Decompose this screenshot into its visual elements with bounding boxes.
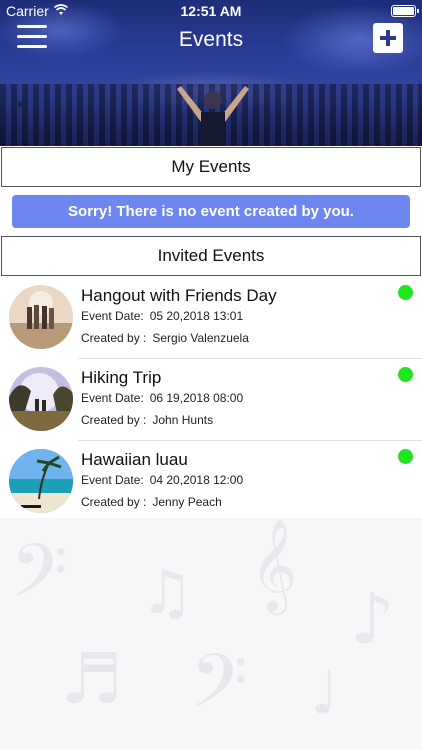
- event-row[interactable]: Hangout with Friends Day Event Date: 05 2…: [0, 277, 422, 359]
- status-dot-icon: [398, 367, 413, 382]
- event-date: Event Date: 05 20,2018 13:01: [81, 309, 243, 323]
- event-name: Hawaiian luau: [81, 450, 188, 469]
- creator-label: Created by :: [81, 331, 147, 345]
- music-notes-background: 𝄢 ♫ 𝄞 ♪ ♬ 𝄢 ♩: [0, 518, 422, 750]
- event-date-value: 04 20,2018 12:00: [149, 473, 244, 487]
- creator-name: John Hunts: [152, 413, 214, 427]
- event-thumbnail: [9, 367, 73, 431]
- event-thumbnail: [9, 285, 73, 349]
- performer-silhouette: [177, 86, 249, 146]
- battery-icon: [391, 5, 419, 17]
- event-row[interactable]: Hawaiian luau Event Date: 04 20,2018 12:0…: [0, 441, 422, 523]
- status-time: 12:51 AM: [180, 3, 242, 19]
- event-date: Event Date: 06 19,2018 08:00: [81, 391, 243, 405]
- creator-name: Sergio Valenzuela: [152, 331, 249, 345]
- status-dot-icon: [398, 449, 413, 464]
- event-date-label: Event Date:: [81, 473, 144, 487]
- creator-label: Created by :: [81, 495, 147, 509]
- event-name: Hiking Trip: [81, 368, 162, 387]
- event-creator: Created by : Jenny Peach: [81, 495, 222, 509]
- page-title: Events: [178, 28, 244, 51]
- event-date-label: Event Date:: [81, 391, 144, 405]
- status-dot-icon: [398, 285, 413, 300]
- invited-events-header: Invited Events: [1, 236, 421, 276]
- event-name: Hangout with Friends Day: [81, 286, 277, 305]
- event-thumbnail: [9, 449, 73, 513]
- event-date-value: 05 20,2018 13:01: [149, 309, 244, 323]
- event-date: Event Date: 04 20,2018 12:00: [81, 473, 243, 487]
- my-events-header: My Events: [1, 147, 421, 187]
- event-row[interactable]: Hiking Trip Event Date: 06 19,2018 08:00 …: [0, 359, 422, 441]
- add-event-button[interactable]: [373, 23, 403, 53]
- event-date-value: 06 19,2018 08:00: [149, 391, 244, 405]
- event-date-label: Event Date:: [81, 309, 144, 323]
- empty-events-notice: Sorry! There is no event created by you.: [12, 195, 410, 228]
- status-bar: Carrier 12:51 AM: [0, 0, 422, 22]
- creator-label: Created by :: [81, 413, 147, 427]
- creator-name: Jenny Peach: [152, 495, 222, 509]
- event-creator: Created by : John Hunts: [81, 413, 213, 427]
- event-creator: Created by : Sergio Valenzuela: [81, 331, 249, 345]
